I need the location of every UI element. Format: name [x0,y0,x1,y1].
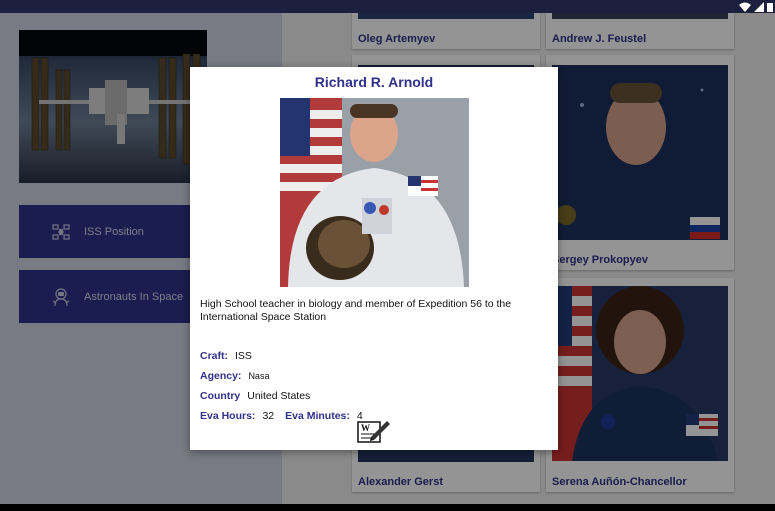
craft-label: Craft: [200,350,228,362]
eva-hours-value: 32 [262,410,275,422]
craft-row: Craft: ISS [200,350,263,362]
signal-icon [754,1,764,12]
astronaut-name-title: Richard R. Arnold [314,74,434,90]
astronaut-portrait [280,98,469,287]
astronaut-description: High School teacher in biology and membe… [200,298,512,323]
eva-row: Eva Hours: 32 Eva Minutes: 4 [200,410,374,422]
country-label: Country [200,390,241,402]
status-icons [739,0,773,13]
eva-hours-label: Eva Hours: [200,410,256,422]
edit-document-icon[interactable]: W [357,419,391,443]
agency-value: Nasa [248,371,270,381]
country-value: United States [247,390,311,402]
status-bar [0,0,775,13]
agency-row: Agency: Nasa [200,370,280,382]
system-nav-bar [0,504,775,511]
wifi-icon [739,2,751,12]
eva-minutes-label: Eva Minutes: [285,410,350,422]
astronaut-detail-dialog: Richard R. Arnold High School teacher in… [190,67,558,450]
edit-icon-glyph: W [361,423,370,433]
agency-label: Agency: [200,370,242,382]
craft-value: ISS [235,350,252,362]
country-row: Country United States [200,390,321,402]
battery-icon [767,2,773,12]
app-window: ISS Position Astronauts In Space Oleg Ar… [0,13,775,504]
